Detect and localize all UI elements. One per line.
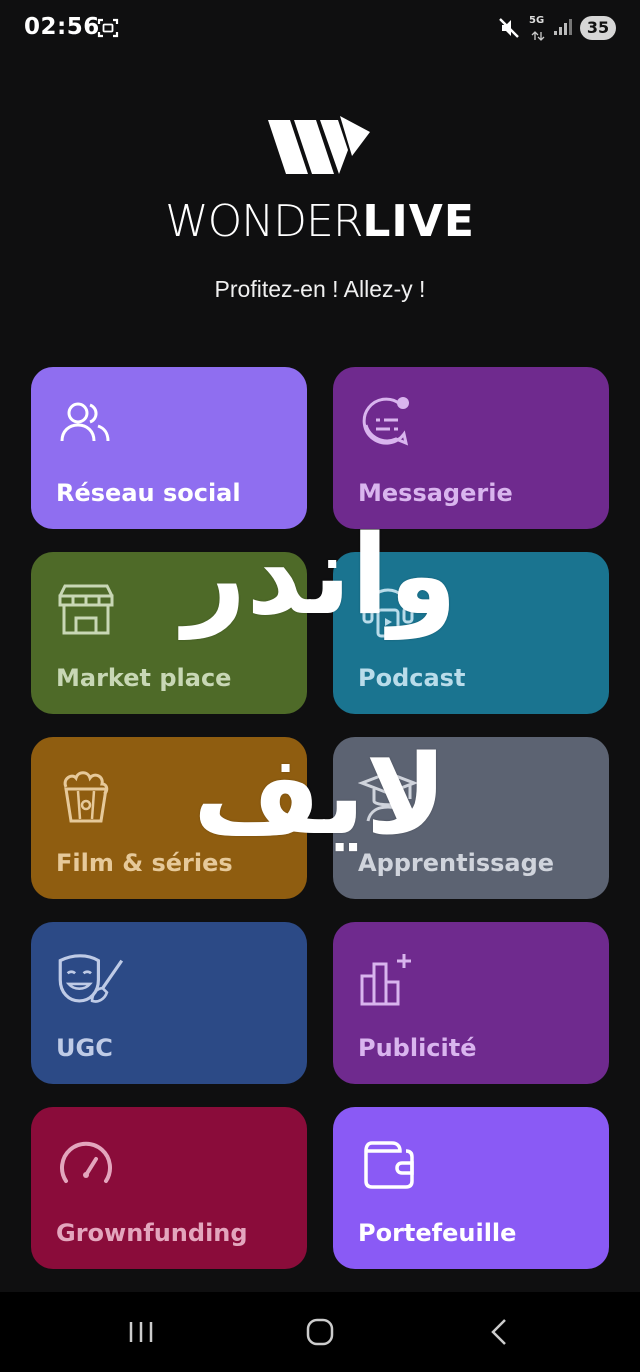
- network-type: 5G: [529, 15, 545, 26]
- tagline: Profitez-en ! Allez-y !: [214, 276, 426, 302]
- status-bar: 02:56 5G 35: [0, 0, 640, 58]
- overlay-text-line2: لايف: [192, 731, 448, 859]
- popcorn-icon: [63, 771, 109, 823]
- tile-label: Portefeuille: [358, 1219, 517, 1247]
- store-icon: [58, 584, 114, 635]
- gauge-icon: [60, 1141, 112, 1183]
- overlay-text-line1: واندر: [182, 511, 458, 639]
- data-arrows-icon: [531, 28, 545, 46]
- tile-label: Publicité: [358, 1034, 477, 1062]
- tile-grownfunding[interactable]: Grownfunding: [31, 1107, 307, 1269]
- signal-icon: [553, 18, 573, 41]
- battery-icon: 35: [580, 16, 616, 40]
- tile-ugc[interactable]: UGC: [31, 922, 307, 1084]
- home-icon[interactable]: [290, 1310, 350, 1354]
- system-nav-bar: [0, 1292, 640, 1372]
- brand-name-bold: LIVE: [362, 196, 475, 247]
- recents-icon[interactable]: [112, 1310, 172, 1354]
- tile-publicite[interactable]: Publicité: [333, 922, 609, 1084]
- tile-label: UGC: [56, 1034, 113, 1062]
- tile-label: Grownfunding: [56, 1219, 248, 1247]
- chat-icon: [362, 397, 409, 446]
- wallet-icon: [364, 1141, 414, 1189]
- mute-icon: [498, 16, 520, 45]
- tile-portefeuille[interactable]: Portefeuille: [333, 1107, 609, 1269]
- wonderlive-logo-icon: [268, 116, 372, 183]
- chart-plus-icon: [360, 954, 411, 1006]
- status-time: 02:56: [24, 14, 100, 40]
- tile-label: Market place: [56, 664, 232, 692]
- back-icon[interactable]: [470, 1310, 530, 1354]
- theater-mask-icon: [58, 954, 124, 1003]
- screenshot-icon: [97, 17, 119, 44]
- users-icon: [60, 402, 110, 442]
- tile-label: Podcast: [358, 664, 466, 692]
- brand-name-thin: WONDER: [165, 196, 363, 247]
- brand-name: WONDERLIVE: [0, 196, 640, 247]
